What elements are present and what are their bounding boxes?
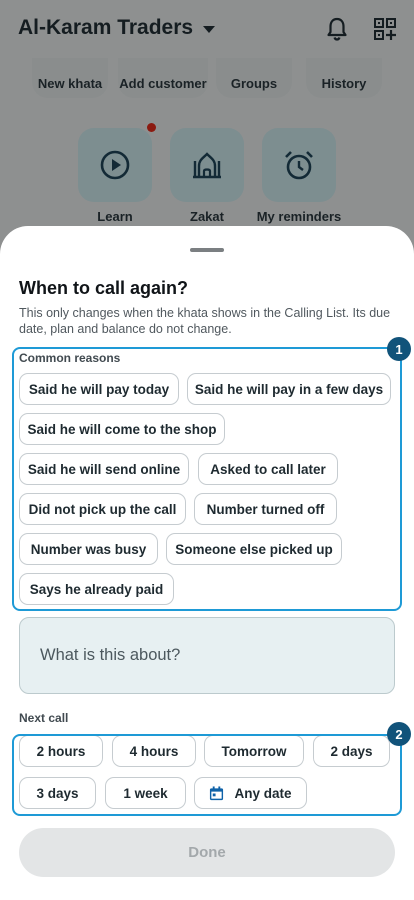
next-call-chip[interactable]: 1 week: [105, 777, 186, 809]
groups-label: Groups: [230, 76, 278, 91]
new-khata-label: New khata: [37, 76, 103, 91]
sheet-description: This only changes when the khata shows i…: [19, 306, 391, 336]
qr-add-icon[interactable]: [374, 18, 396, 40]
note-input[interactable]: What is this about?: [19, 617, 395, 694]
reason-chip[interactable]: Number turned off: [194, 493, 337, 525]
any-date-label: Any date: [234, 785, 292, 801]
reason-chip[interactable]: Said he will pay today: [19, 373, 179, 405]
drag-handle[interactable]: [190, 248, 224, 252]
next-call-label: Next call: [19, 711, 69, 725]
my-reminders-tile[interactable]: [262, 128, 336, 202]
my-reminders-label: My reminders: [256, 209, 342, 224]
next-call-chip[interactable]: 4 hours: [112, 735, 196, 767]
add-customer-label: Add customer: [119, 76, 207, 91]
reason-chip[interactable]: Did not pick up the call: [19, 493, 186, 525]
chevron-down-icon: [203, 25, 216, 33]
play-circle-icon: [100, 150, 130, 180]
background-home-screen: Al-Karam Traders New khata Add customer …: [0, 0, 414, 260]
annotation-badge: 1: [387, 337, 411, 361]
notification-dot: [147, 123, 156, 132]
zakat-tile[interactable]: [170, 128, 244, 202]
next-call-chip[interactable]: 2 hours: [19, 735, 103, 767]
reason-chip[interactable]: Says he already paid: [19, 573, 174, 605]
learn-tile[interactable]: [78, 128, 152, 202]
next-call-chip[interactable]: Tomorrow: [204, 735, 304, 767]
annotation-badge: 2: [387, 722, 411, 746]
shop-name-selector[interactable]: Al-Karam Traders: [18, 16, 216, 40]
reason-chip[interactable]: Said he will come to the shop: [19, 413, 225, 445]
mosque-icon: [193, 152, 221, 179]
history-label: History: [321, 76, 367, 91]
reason-chip[interactable]: Said he will send online: [19, 453, 189, 485]
done-button[interactable]: Done: [19, 828, 395, 877]
reason-chip[interactable]: Asked to call later: [198, 453, 338, 485]
calendar-icon: [210, 785, 224, 800]
sheet-title: When to call again?: [19, 278, 189, 298]
reason-chip[interactable]: Someone else picked up: [166, 533, 342, 565]
zakat-label: Zakat: [190, 209, 224, 224]
alarm-clock-icon: [285, 151, 313, 180]
shop-name: Al-Karam Traders: [18, 16, 194, 39]
call-again-bottom-sheet: When to call again? This only changes wh…: [0, 226, 414, 900]
next-call-chip[interactable]: 2 days: [313, 735, 390, 767]
learn-label: Learn: [97, 209, 133, 224]
note-placeholder: What is this about?: [40, 646, 181, 664]
any-date-chip[interactable]: Any date: [194, 777, 307, 809]
common-reasons-label: Common reasons: [19, 351, 121, 365]
reason-chip[interactable]: Said he will pay in a few days: [187, 373, 391, 405]
reason-chip[interactable]: Number was busy: [19, 533, 158, 565]
next-call-chip[interactable]: 3 days: [19, 777, 96, 809]
bell-icon[interactable]: [325, 16, 349, 42]
